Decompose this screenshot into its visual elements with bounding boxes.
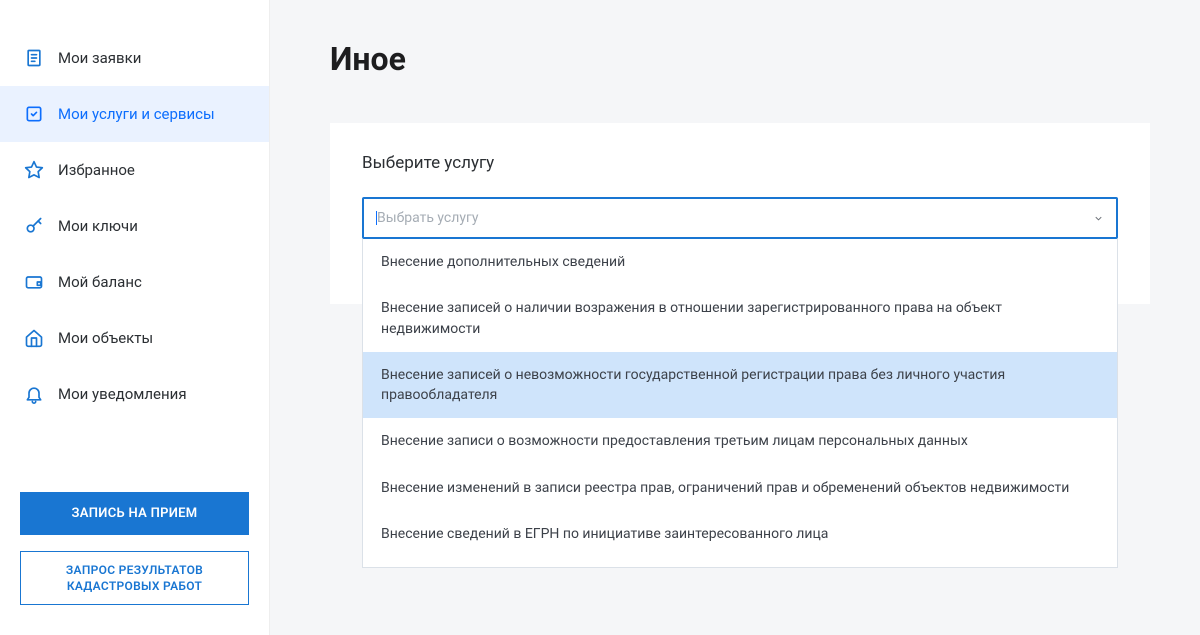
- service-option[interactable]: Внесение сведений о ранее учтенном объек…: [363, 557, 1117, 567]
- appointment-button[interactable]: ЗАПИСЬ НА ПРИЕМ: [20, 492, 249, 535]
- star-icon: [24, 160, 44, 180]
- service-dropdown: Внесение дополнительных сведенийВнесение…: [362, 239, 1118, 568]
- main-content: Иное Выберите услугу Выбрать услугу Внес…: [270, 0, 1200, 635]
- sidebar-item-wallet[interactable]: Мой баланс: [0, 254, 269, 310]
- service-select: Выбрать услугу Внесение дополнительных с…: [362, 197, 1118, 239]
- file-icon: [24, 48, 44, 68]
- sidebar-item-key[interactable]: Мои ключи: [0, 198, 269, 254]
- sidebar-item-label: Мои объекты: [58, 329, 153, 347]
- sidebar-item-label: Мои заявки: [58, 49, 141, 67]
- service-option[interactable]: Внесение записей о невозможности государ…: [363, 352, 1117, 419]
- service-select-placeholder: Выбрать услугу: [376, 210, 478, 226]
- sidebar: Мои заявки Мои услуги и сервисы Избранное М…: [0, 0, 270, 635]
- service-option[interactable]: Внесение записи о возможности предоставл…: [363, 418, 1117, 464]
- home-icon: [24, 328, 44, 348]
- bell-icon: [24, 384, 44, 404]
- sidebar-item-label: Мои ключи: [58, 217, 138, 235]
- service-dropdown-scroll[interactable]: Внесение дополнительных сведенийВнесение…: [363, 239, 1117, 567]
- sidebar-item-check-badge[interactable]: Мои услуги и сервисы: [0, 86, 269, 142]
- service-option[interactable]: Внесение записей о наличии возражения в …: [363, 285, 1117, 352]
- sidebar-item-bell[interactable]: Мои уведомления: [0, 366, 269, 422]
- sidebar-item-label: Избранное: [58, 161, 135, 179]
- sidebar-list: Мои заявки Мои услуги и сервисы Избранное М…: [0, 30, 269, 492]
- service-card: Выберите услугу Выбрать услугу Внесение …: [330, 123, 1150, 304]
- sidebar-item-star[interactable]: Избранное: [0, 142, 269, 198]
- service-option[interactable]: Внесение изменений в записи реестра прав…: [363, 465, 1117, 511]
- sidebar-item-label: Мой баланс: [58, 273, 142, 291]
- sidebar-item-home[interactable]: Мои объекты: [0, 310, 269, 366]
- chevron-down-icon: [1093, 213, 1104, 224]
- wallet-icon: [24, 272, 44, 292]
- check-badge-icon: [24, 104, 44, 124]
- sidebar-footer: ЗАПИСЬ НА ПРИЕМ ЗАПРОС РЕЗУЛЬТАТОВ КАДАС…: [0, 492, 269, 635]
- sidebar-item-file[interactable]: Мои заявки: [0, 30, 269, 86]
- service-heading: Выберите услугу: [362, 153, 1118, 173]
- service-option[interactable]: Внесение сведений в ЕГРН по инициативе з…: [363, 511, 1117, 557]
- request-results-button[interactable]: ЗАПРОС РЕЗУЛЬТАТОВ КАДАСТРОВЫХ РАБОТ: [20, 551, 249, 605]
- sidebar-item-label: Мои уведомления: [58, 385, 187, 403]
- service-option[interactable]: Внесение дополнительных сведений: [363, 239, 1117, 285]
- page-title: Иное: [330, 40, 1150, 78]
- key-icon: [24, 216, 44, 236]
- sidebar-item-label: Мои услуги и сервисы: [58, 105, 215, 123]
- service-select-control[interactable]: Выбрать услугу: [362, 197, 1118, 239]
